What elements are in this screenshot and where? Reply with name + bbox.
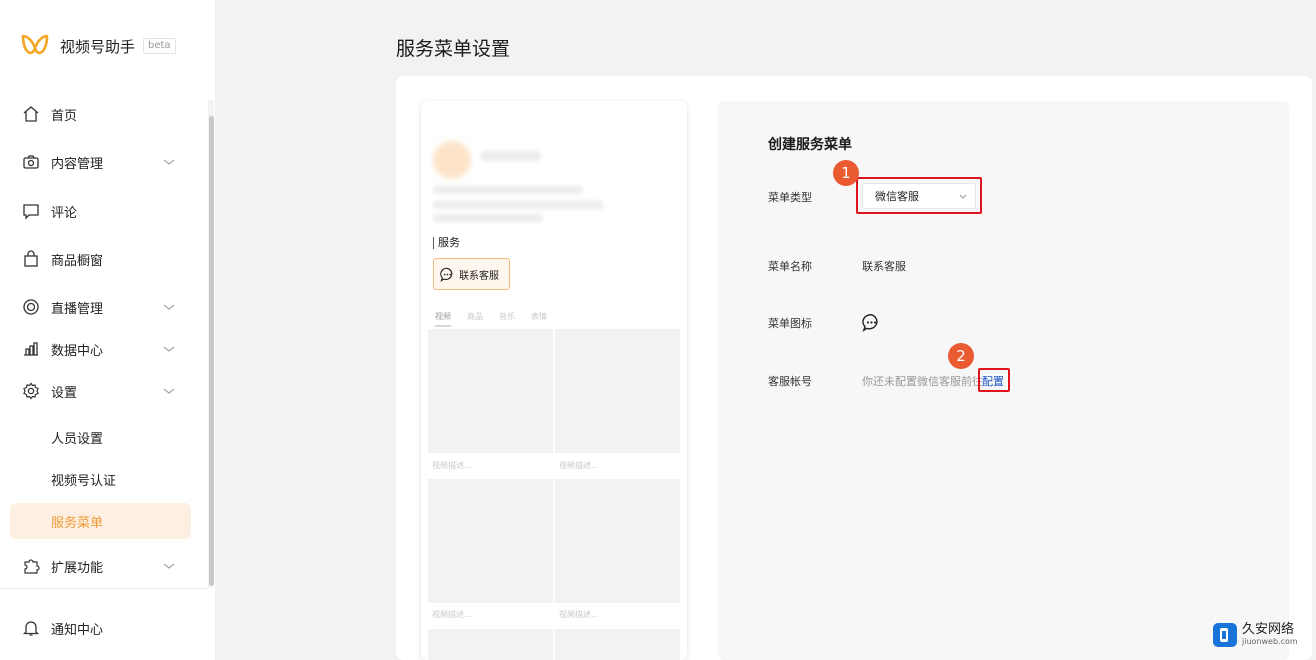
- sidebar-subitem-label: 服务菜单: [51, 515, 104, 531]
- video-tile[interactable]: [555, 329, 680, 453]
- service-account-label: 客服帐号: [768, 375, 812, 388]
- preview-section-title: 服务: [433, 237, 460, 249]
- app-name: 视频号助手: [60, 37, 136, 56]
- preview-tabs: 视频 商品 音乐 表情: [435, 311, 563, 327]
- menu-type-label: 菜单类型: [768, 191, 812, 204]
- menu-icon-label: 菜单图标: [768, 317, 812, 330]
- chat-bubble-icon: [440, 267, 453, 282]
- sidebar-item-label: 直播管理: [51, 301, 104, 317]
- blurred-text: [481, 151, 541, 161]
- sidebar-item-label: 商品橱窗: [51, 253, 104, 269]
- chat-bubble-icon: [862, 314, 878, 332]
- sidebar-item-extensions[interactable]: 扩展功能: [10, 549, 191, 583]
- video-tile-caption: 视频描述...: [428, 604, 553, 624]
- sidebar-divider: [0, 588, 208, 589]
- video-tile-caption: 视频描述...: [555, 455, 680, 475]
- preview-tab-products[interactable]: 商品: [467, 311, 483, 327]
- menu-name-value: 联系客服: [862, 260, 906, 273]
- watermark-name: 久安网络: [1242, 622, 1295, 637]
- sidebar-item-live[interactable]: 直播管理: [10, 290, 191, 324]
- bar-chart-icon: [24, 342, 38, 356]
- chevron-down-icon: [163, 159, 175, 165]
- gear-icon: [23, 382, 39, 400]
- watermark-logo-icon: [1213, 623, 1237, 647]
- form-title: 创建服务菜单: [768, 137, 852, 153]
- bell-icon: [22, 621, 40, 636]
- phone-preview: 服务 联系客服 视频 商品 音乐 表情 视频描述... 视频描述... 视频描述…: [421, 101, 687, 660]
- video-tile[interactable]: [555, 629, 680, 660]
- sidebar: 视频号助手 beta 首页 内容管理 评论 商品橱窗 直播管理 数据中心 设置 …: [0, 0, 215, 660]
- shopping-bag-icon: [24, 250, 38, 267]
- watermark-text: 久安网络 jiuonweb.com: [1242, 623, 1298, 647]
- preview-tab-video[interactable]: 视频: [435, 311, 451, 327]
- step-badge-2: 2: [948, 343, 974, 369]
- blurred-text: [433, 186, 583, 194]
- sidebar-item-label: 评论: [51, 205, 78, 221]
- live-icon: [23, 299, 39, 315]
- video-tile[interactable]: [555, 479, 680, 603]
- sidebar-item-settings[interactable]: 设置: [10, 374, 191, 408]
- video-tile[interactable]: [428, 479, 553, 603]
- sidebar-item-label: 内容管理: [51, 156, 104, 172]
- channels-logo-icon: [21, 34, 49, 55]
- sidebar-item-label: 首页: [51, 108, 78, 124]
- sidebar-subitem-verification[interactable]: 视频号认证: [10, 462, 191, 496]
- sidebar-subitem-staff[interactable]: 人员设置: [10, 420, 191, 454]
- chevron-down-icon: [163, 563, 175, 569]
- sidebar-item-notifications[interactable]: 通知中心: [10, 611, 191, 645]
- blurred-avatar: [433, 141, 471, 179]
- preview-tab-stickers[interactable]: 表情: [531, 311, 547, 327]
- video-tile-caption: 视频描述...: [428, 455, 553, 475]
- highlight-box-menu-type: [856, 177, 982, 214]
- puzzle-icon: [24, 559, 40, 574]
- page-title: 服务菜单设置: [396, 38, 511, 60]
- sidebar-item-label: 设置: [51, 385, 78, 401]
- home-icon: [23, 106, 39, 122]
- preview-service-button-label: 联系客服: [459, 270, 499, 282]
- sidebar-item-label: 通知中心: [51, 622, 104, 638]
- comment-icon: [23, 204, 39, 220]
- camera-icon: [23, 155, 39, 169]
- sidebar-item-label: 数据中心: [51, 343, 104, 359]
- video-tile[interactable]: [428, 329, 553, 453]
- chevron-down-icon: [163, 304, 175, 310]
- video-tile[interactable]: [428, 629, 553, 660]
- chevron-down-icon: [163, 346, 175, 352]
- watermark: 久安网络 jiuonweb.com: [1212, 622, 1298, 648]
- sidebar-item-showcase[interactable]: 商品橱窗: [10, 242, 191, 276]
- beta-badge: beta: [143, 38, 176, 54]
- blurred-text: [433, 201, 603, 209]
- blurred-text: [433, 214, 543, 222]
- highlight-box-configure: [978, 368, 1010, 392]
- sidebar-item-content[interactable]: 内容管理: [10, 145, 191, 179]
- sidebar-subitem-label: 视频号认证: [51, 473, 117, 489]
- sidebar-subitem-label: 人员设置: [51, 431, 104, 447]
- preview-tab-music[interactable]: 音乐: [499, 311, 515, 327]
- chevron-down-icon: [163, 388, 175, 394]
- service-account-hint: 你还未配置微信客服前往: [862, 375, 983, 388]
- video-tile-caption: 视频描述...: [555, 604, 680, 624]
- sidebar-item-comments[interactable]: 评论: [10, 194, 191, 228]
- sidebar-subitem-service-menu[interactable]: 服务菜单: [10, 503, 191, 539]
- brand[interactable]: 视频号助手 beta: [20, 32, 176, 60]
- sidebar-scrollbar-thumb[interactable]: [209, 116, 214, 586]
- sidebar-item-data[interactable]: 数据中心: [10, 332, 191, 366]
- menu-name-label: 菜单名称: [768, 260, 812, 273]
- preview-contact-service-button[interactable]: 联系客服: [433, 258, 510, 290]
- watermark-domain: jiuonweb.com: [1242, 637, 1298, 646]
- sidebar-item-label: 扩展功能: [51, 560, 104, 576]
- step-badge-1: 1: [833, 160, 859, 186]
- sidebar-item-home[interactable]: 首页: [10, 97, 191, 131]
